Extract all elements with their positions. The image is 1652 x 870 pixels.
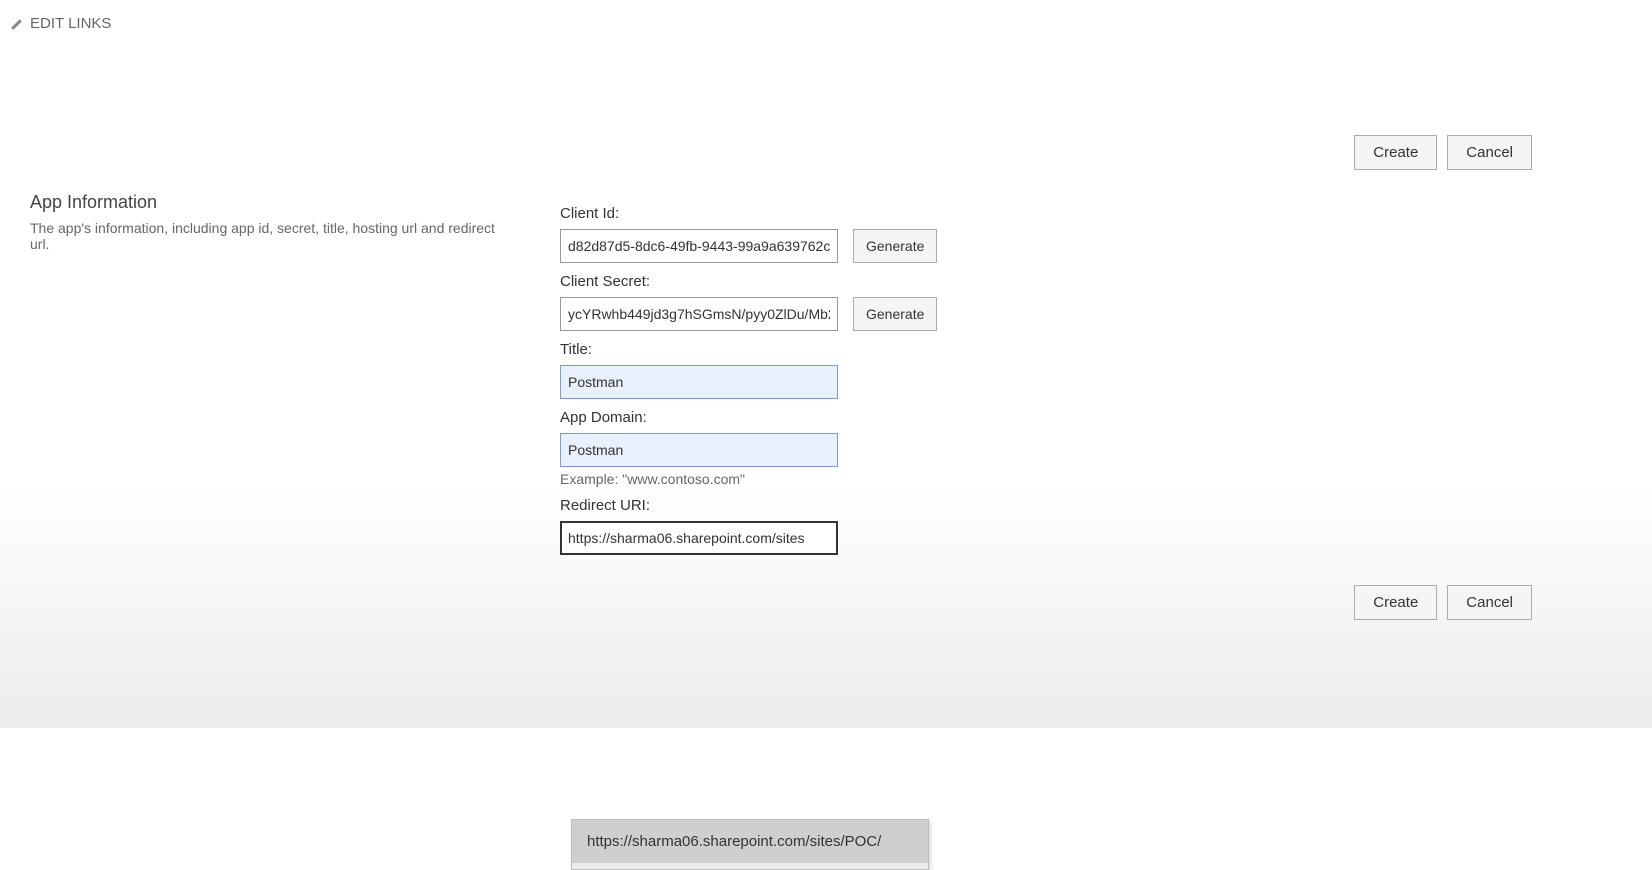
- autocomplete-suggestion[interactable]: https://sharma06.sharepoint.com/sites/PO…: [572, 820, 928, 863]
- client-secret-row: Client Secret: Generate: [560, 273, 1160, 331]
- title-input[interactable]: [560, 365, 838, 399]
- create-button-top[interactable]: Create: [1354, 135, 1437, 170]
- title-label: Title:: [560, 341, 1160, 358]
- client-secret-input[interactable]: [560, 297, 838, 331]
- create-button-bottom[interactable]: Create: [1354, 585, 1437, 620]
- client-secret-generate-button[interactable]: Generate: [853, 297, 937, 331]
- top-button-row: Create Cancel: [1354, 135, 1532, 170]
- title-row: Title:: [560, 341, 1160, 399]
- cancel-button-top[interactable]: Cancel: [1447, 135, 1532, 170]
- client-id-input[interactable]: [560, 229, 838, 263]
- pencil-icon: [10, 17, 24, 31]
- section-desc: The app's information, including app id,…: [30, 220, 510, 252]
- edit-links-link[interactable]: EDIT LINKS: [10, 15, 111, 32]
- app-domain-input[interactable]: [560, 433, 838, 467]
- client-id-label: Client Id:: [560, 205, 1160, 222]
- client-id-generate-button[interactable]: Generate: [853, 229, 937, 263]
- app-domain-hint: Example: "www.contoso.com": [560, 471, 1160, 487]
- redirect-uri-label: Redirect URI:: [560, 497, 1160, 514]
- redirect-uri-row: Redirect URI: https://sharma06.sharepoin…: [560, 497, 1160, 555]
- app-domain-row: App Domain: Example: "www.contoso.com": [560, 409, 1160, 487]
- client-id-row: Client Id: Generate: [560, 205, 1160, 263]
- autocomplete-dropdown: https://sharma06.sharepoint.com/sites/PO…: [571, 819, 929, 870]
- client-secret-label: Client Secret:: [560, 273, 1160, 290]
- cancel-button-bottom[interactable]: Cancel: [1447, 585, 1532, 620]
- autocomplete-spacer: [572, 863, 928, 869]
- bottom-button-row: Create Cancel: [1354, 585, 1532, 620]
- edit-links-label: EDIT LINKS: [30, 15, 111, 32]
- app-domain-label: App Domain:: [560, 409, 1160, 426]
- form-area: Client Id: Generate Client Secret: Gener…: [560, 205, 1160, 565]
- redirect-uri-input[interactable]: [560, 521, 838, 555]
- section-title: App Information: [30, 192, 157, 213]
